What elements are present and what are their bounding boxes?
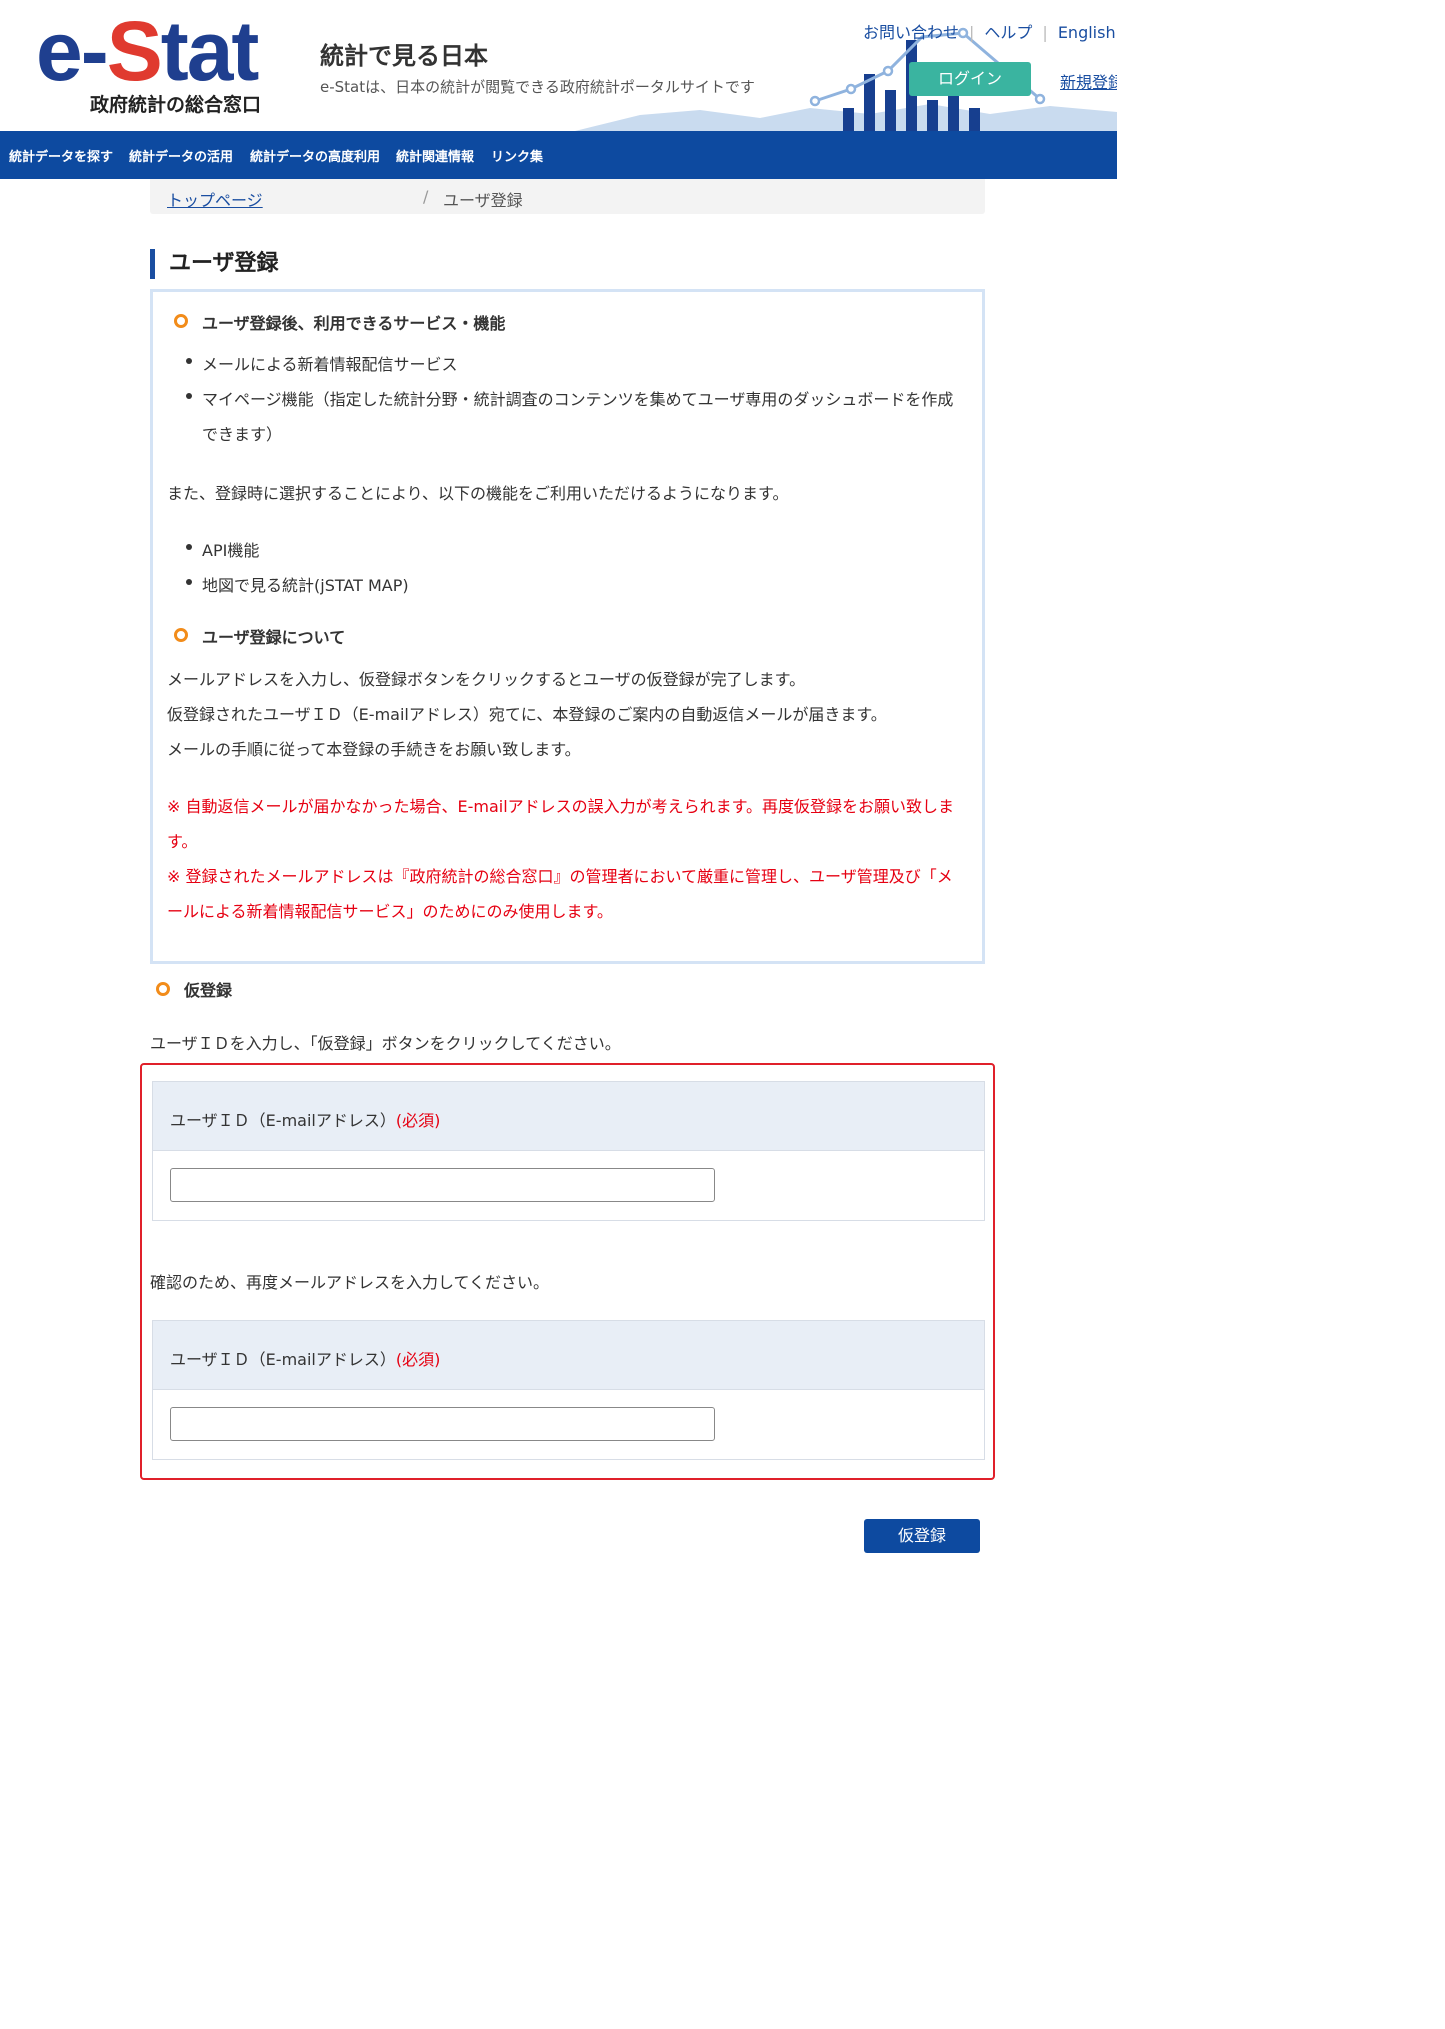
warning-note-continued: す。: [167, 832, 198, 851]
confirm-email-input[interactable]: [170, 1407, 715, 1441]
breadcrumb-home-link[interactable]: トップページ: [167, 187, 263, 211]
provisional-register-button[interactable]: 仮登録: [864, 1519, 980, 1553]
confirm-email-field-header: ユーザＩＤ（E-mailアドレス）(必須): [152, 1320, 985, 1390]
breadcrumb-separator: /: [423, 187, 429, 206]
site-header: e-Stat 政府統計の総合窓口 統計で見る日本 e-Statは、日本の統計が閲…: [0, 0, 1117, 131]
site-title: 統計で見る日本: [320, 42, 488, 70]
services-heading: ユーザ登録後、利用できるサービス・機能: [202, 314, 506, 333]
logo-text-prefix: e-: [36, 4, 109, 98]
about-line: メールアドレスを入力し、仮登録ボタンをクリックするとユーザの仮登録が完了します。: [167, 670, 806, 689]
warning-note: ※ 自動返信メールが届かなかった場合、E-mailアドレスの誤入力が考えられます…: [167, 797, 955, 816]
link-separator: |: [1042, 23, 1048, 42]
header-top-links: お問い合わせ | ヘルプ | English: [863, 19, 1116, 43]
signup-link[interactable]: 新規登録: [1060, 69, 1117, 93]
registration-form: ユーザＩＤ（E-mailアドレス）(必須) 確認のため、再度メールアドレスを入力…: [140, 1063, 995, 1480]
email-field-label: ユーザＩＤ（E-mailアドレス）(必須): [170, 1107, 440, 1131]
nav-item-links[interactable]: リンク集: [491, 146, 543, 165]
site-logo[interactable]: e-Stat: [36, 4, 260, 98]
about-heading: ユーザ登録について: [202, 628, 346, 647]
service-item: メールによる新着情報配信サービス: [202, 355, 458, 374]
page-title: ユーザ登録: [150, 249, 279, 279]
optional-features-intro: また、登録時に選択することにより、以下の機能をご利用いただけるようになります。: [167, 484, 789, 503]
confirm-email-field-label-text: ユーザＩＤ（E-mailアドレス）: [170, 1350, 396, 1369]
info-box: ユーザ登録後、利用できるサービス・機能 メールによる新着情報配信サービス マイペ…: [150, 289, 985, 964]
login-button[interactable]: ログイン: [909, 62, 1031, 96]
logo-text-suffix: tat: [160, 4, 260, 98]
orange-ring-bullet-icon: [156, 982, 170, 996]
required-mark: (必須): [395, 1350, 441, 1369]
email-field-header: ユーザＩＤ（E-mailアドレス）(必須): [152, 1081, 985, 1151]
required-mark: (必須): [395, 1111, 441, 1130]
nav-item-search-data[interactable]: 統計データを探す: [9, 146, 113, 165]
breadcrumb: トップページ / ユーザ登録: [150, 179, 985, 214]
email-field-body: [152, 1151, 985, 1221]
list-bullet-icon: [186, 544, 192, 550]
link-separator: |: [969, 23, 975, 42]
logo-subtitle: 政府統計の総合窓口: [90, 94, 262, 116]
confirm-email-field-label: ユーザＩＤ（E-mailアドレス）(必須): [170, 1346, 440, 1370]
confirm-email-field-body: [152, 1390, 985, 1460]
email-field-label-text: ユーザＩＤ（E-mailアドレス）: [170, 1111, 396, 1130]
about-line: 仮登録されたユーザＩＤ（E-mailアドレス）宛てに、本登録のご案内の自動返信メ…: [167, 705, 887, 724]
site-tagline: e-Statは、日本の統計が閲覧できる政府統計ポータルサイトです: [320, 78, 755, 96]
breadcrumb-current: ユーザ登録: [443, 191, 523, 210]
about-line: メールの手順に従って本登録の手続きをお願い致します。: [167, 740, 581, 759]
email-input[interactable]: [170, 1168, 715, 1202]
privacy-note: ※ 登録されたメールアドレスは『政府統計の総合窓口』の管理者において厳重に管理し…: [167, 867, 953, 886]
service-item-continued: できます）: [202, 425, 283, 444]
provisional-heading: 仮登録: [184, 981, 233, 1000]
list-bullet-icon: [186, 393, 192, 399]
contact-link[interactable]: お問い合わせ: [863, 23, 959, 42]
list-bullet-icon: [186, 358, 192, 364]
main-nav: 統計データを探す 統計データの活用 統計データの高度利用 統計関連情報 リンク集: [0, 131, 1117, 179]
service-item: マイページ機能（指定した統計分野・統計調査のコンテンツを集めてユーザ専用のダッシ…: [202, 390, 954, 409]
privacy-note-continued: ールによる新着情報配信サービス」のためにのみ使用します。: [167, 902, 613, 921]
help-link[interactable]: ヘルプ: [984, 23, 1032, 42]
list-bullet-icon: [186, 579, 192, 585]
logo-text-s: S: [106, 4, 163, 98]
orange-ring-bullet-icon: [174, 314, 188, 328]
provisional-instruction: ユーザＩＤを入力し、「仮登録」ボタンをクリックしてください。: [150, 1034, 621, 1053]
optional-feature-item: API機能: [202, 541, 260, 560]
nav-item-advanced-usage[interactable]: 統計データの高度利用: [250, 146, 380, 165]
orange-ring-bullet-icon: [174, 628, 188, 642]
optional-feature-item: 地図で見る統計(jSTAT MAP): [202, 576, 409, 595]
english-link[interactable]: English: [1058, 23, 1116, 42]
confirm-instruction: 確認のため、再度メールアドレスを入力してください。: [150, 1273, 550, 1292]
nav-item-data-usage[interactable]: 統計データの活用: [129, 146, 233, 165]
nav-item-related-info[interactable]: 統計関連情報: [396, 146, 474, 165]
